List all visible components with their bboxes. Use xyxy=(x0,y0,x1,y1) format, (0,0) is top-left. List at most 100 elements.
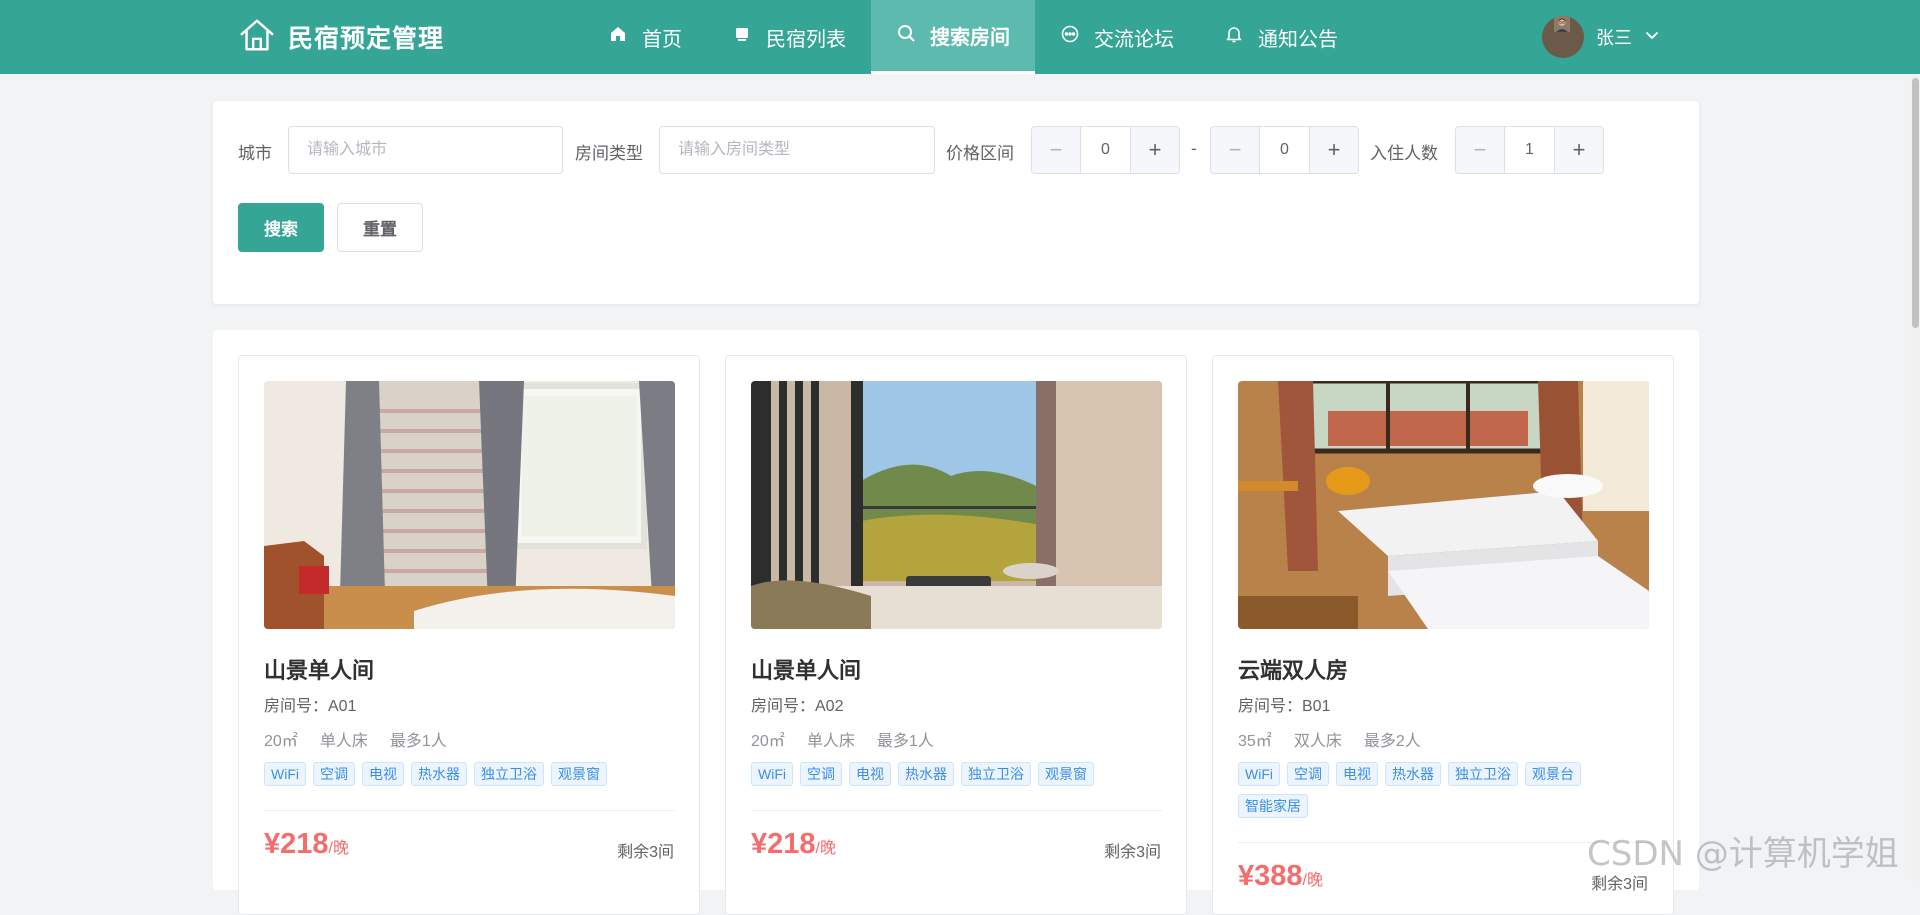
search-button[interactable]: 搜索 xyxy=(238,203,324,252)
city-input[interactable] xyxy=(288,126,563,174)
room-name[interactable]: 云端双人房 xyxy=(1238,653,1348,685)
room-area: 35㎡ xyxy=(1238,733,1272,750)
nav-item-homestays[interactable]: 民宿列表 xyxy=(707,0,871,74)
watermark: CSDN @计算机学姐 xyxy=(1587,834,1899,874)
price-amount: ¥218 xyxy=(751,828,816,860)
amenity-tag: 独立卫浴 xyxy=(961,762,1031,786)
nav-item-label: 搜索房间 xyxy=(930,27,1010,49)
guests-value[interactable]: 1 xyxy=(1505,127,1554,173)
amenity-tag: 观景窗 xyxy=(1038,762,1094,786)
room-bed: 双人床 xyxy=(1293,733,1342,750)
nav-item-label: 交流论坛 xyxy=(1094,28,1174,51)
amenity-tag: 热水器 xyxy=(1385,762,1441,786)
amenity-tags: WiFi 空调 电视 热水器 独立卫浴 观景台 智能家居 xyxy=(1238,762,1653,818)
amenity-tag: WiFi xyxy=(264,762,306,786)
price-max-increment-button[interactable]: + xyxy=(1309,127,1358,173)
room-name[interactable]: 山景单人间 xyxy=(751,653,861,685)
room-card[interactable]: 山景单人间 房间号：A01 20㎡ 单人床 最多1人 WiFi 空调 电视 热水… xyxy=(238,355,700,915)
room-price: ¥388/晚 xyxy=(1238,860,1323,893)
price-amount: ¥218 xyxy=(264,828,329,860)
rooms-remaining: 剩余3间 xyxy=(617,844,674,861)
amenity-tag: 电视 xyxy=(849,762,891,786)
amenity-tag: WiFi xyxy=(1238,762,1280,786)
nav-item-forum[interactable]: 交流论坛 xyxy=(1035,0,1199,74)
nav-item-label: 民宿列表 xyxy=(766,28,846,51)
room-meta: 35㎡ 双人床 最多2人 xyxy=(1238,727,1421,751)
price-amount: ¥388 xyxy=(1238,860,1303,892)
amenity-tags: WiFi 空调 电视 热水器 独立卫浴 观景窗 xyxy=(751,762,1166,786)
nav-item-search-rooms[interactable]: 搜索房间 xyxy=(871,0,1035,74)
reset-button[interactable]: 重置 xyxy=(337,203,423,252)
nav-item-notices[interactable]: 通知公告 xyxy=(1199,0,1363,74)
room-photo[interactable] xyxy=(751,381,1162,629)
search-icon xyxy=(896,23,930,49)
nav-item-label: 首页 xyxy=(642,28,682,51)
city-label: 城市 xyxy=(238,144,272,163)
main-nav: 首页 民宿列表 搜索房间 交流论坛 通知公告 xyxy=(583,0,1363,74)
brand-title: 民宿预定管理 xyxy=(288,25,445,53)
amenity-tag: 空调 xyxy=(1287,762,1329,786)
chevron-down-icon[interactable] xyxy=(1632,27,1660,48)
divider xyxy=(264,810,675,811)
guests-decrement-button[interactable]: − xyxy=(1456,127,1505,173)
room-bed: 单人床 xyxy=(319,733,368,750)
price-max-value[interactable]: 0 xyxy=(1260,127,1309,173)
brand[interactable]: 民宿预定管理 xyxy=(238,16,444,58)
room-photo[interactable] xyxy=(1238,381,1649,629)
price-min-stepper: − 0 + xyxy=(1031,126,1180,174)
room-meta: 20㎡ 单人床 最多1人 xyxy=(264,727,447,751)
room-card[interactable]: 山景单人间 房间号：A02 20㎡ 单人床 最多1人 WiFi 空调 电视 热水… xyxy=(725,355,1187,915)
room-area: 20㎡ xyxy=(751,733,785,750)
nav-item-home[interactable]: 首页 xyxy=(583,0,707,74)
user-name: 张三 xyxy=(1596,28,1632,48)
home-icon xyxy=(608,24,642,50)
divider xyxy=(751,810,1162,811)
amenity-tag: 热水器 xyxy=(411,762,467,786)
room-photo[interactable] xyxy=(264,381,675,629)
bell-icon xyxy=(1224,24,1258,50)
guests-stepper: − 1 + xyxy=(1455,126,1604,174)
price-unit: /晚 xyxy=(815,840,836,857)
room-price: ¥218/晚 xyxy=(264,828,349,861)
amenity-tag: 空调 xyxy=(313,762,355,786)
price-min-increment-button[interactable]: + xyxy=(1130,127,1179,173)
room-area: 20㎡ xyxy=(264,733,298,750)
avatar[interactable] xyxy=(1542,16,1584,58)
amenity-tag: 观景台 xyxy=(1525,762,1581,786)
amenity-tag: 独立卫浴 xyxy=(474,762,544,786)
amenity-tag: 电视 xyxy=(1336,762,1378,786)
house-icon xyxy=(238,16,276,59)
amenity-tag: 空调 xyxy=(800,762,842,786)
price-range-label: 价格区间 xyxy=(946,144,1014,163)
user-menu[interactable]: 张三 xyxy=(1542,16,1660,58)
price-max-decrement-button[interactable]: − xyxy=(1211,127,1260,173)
guests-increment-button[interactable]: + xyxy=(1554,127,1603,173)
room-number: 房间号：A02 xyxy=(751,698,844,715)
price-min-decrement-button[interactable]: − xyxy=(1032,127,1081,173)
room-type-label: 房间类型 xyxy=(575,144,643,163)
nav-item-label: 通知公告 xyxy=(1258,28,1338,51)
price-max-stepper: − 0 + xyxy=(1210,126,1359,174)
room-name[interactable]: 山景单人间 xyxy=(264,653,374,685)
price-min-value[interactable]: 0 xyxy=(1081,127,1130,173)
amenity-tag: 智能家居 xyxy=(1238,794,1308,818)
room-capacity: 最多1人 xyxy=(876,733,934,750)
room-type-input[interactable] xyxy=(659,126,935,174)
price-unit: /晚 xyxy=(328,840,349,857)
search-panel: 城市 房间类型 价格区间 − 0 + - − 0 + 入住人数 − 1 + 搜索… xyxy=(213,101,1699,304)
amenity-tag: 热水器 xyxy=(898,762,954,786)
guests-label: 入住人数 xyxy=(1370,144,1438,163)
amenity-tag: WiFi xyxy=(751,762,793,786)
room-results: 山景单人间 房间号：A01 20㎡ 单人床 最多1人 WiFi 空调 电视 热水… xyxy=(213,330,1699,915)
amenity-tag: 观景窗 xyxy=(551,762,607,786)
amenity-tag: 电视 xyxy=(362,762,404,786)
amenity-tag: 独立卫浴 xyxy=(1448,762,1518,786)
rooms-remaining: 剩余3间 xyxy=(1104,844,1161,861)
scrollbar-thumb[interactable] xyxy=(1912,78,1919,328)
chat-icon xyxy=(1060,24,1094,50)
room-capacity: 最多1人 xyxy=(389,733,447,750)
amenity-tags: WiFi 空调 电视 热水器 独立卫浴 观景窗 xyxy=(264,762,679,786)
room-number: 房间号：A01 xyxy=(264,698,357,715)
room-meta: 20㎡ 单人床 最多1人 xyxy=(751,727,934,751)
room-price: ¥218/晚 xyxy=(751,828,836,861)
